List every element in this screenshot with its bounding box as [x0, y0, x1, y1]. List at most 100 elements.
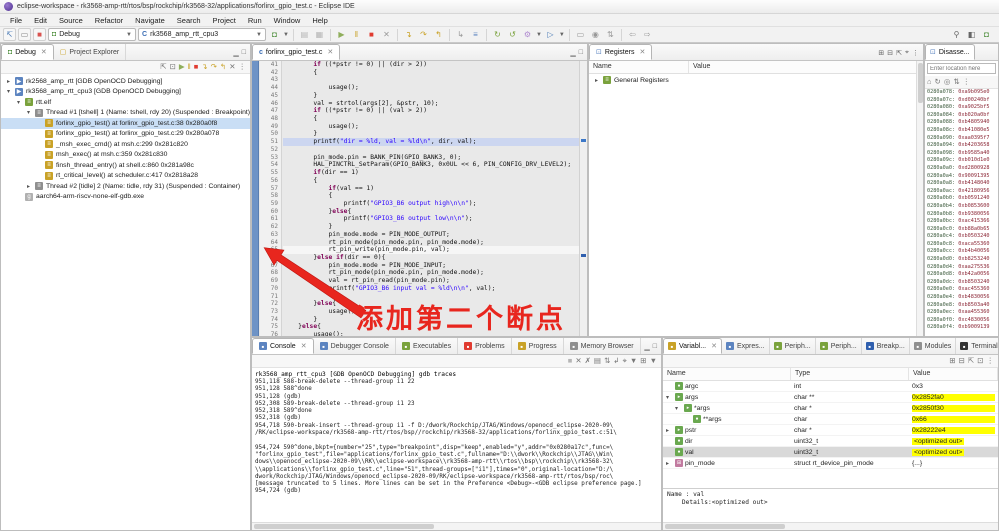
menu-help[interactable]: Help: [306, 15, 333, 26]
debug-tree-item[interactable]: ≡_msh_exec_cmd() at msh.c:299 0x281c820: [1, 139, 250, 150]
disassembly-line[interactable]: 0280a0a0: 0xd2800928: [925, 165, 998, 173]
new-cpp-button[interactable]: ▭: [574, 28, 587, 41]
minimize-view-icon[interactable]: ▁: [233, 49, 238, 57]
word-wrap-icon[interactable]: ↲: [613, 357, 619, 365]
code-line[interactable]: if ((*pstr != 0) || (val > 2)): [283, 107, 579, 115]
overview-mark-current[interactable]: [581, 139, 586, 142]
scroll-lock-icon[interactable]: ⇅: [604, 357, 610, 365]
show-type-names-icon[interactable]: ⊞: [949, 357, 955, 365]
variable-row[interactable]: ▸⊞pin_modestruct rt_device_pin_mode{...}: [663, 458, 998, 469]
forward-button[interactable]: ⇨: [641, 28, 654, 41]
code-line[interactable]: usage();: [283, 123, 579, 131]
disassembly-line[interactable]: 0280a0c8: 0xaca55360: [925, 241, 998, 249]
line-number[interactable]: 75: [260, 323, 281, 331]
debug-perspective-button[interactable]: ◘: [980, 28, 993, 41]
tab-forlinx-gpio-test[interactable]: c forlinx_gpio_test.c ✕: [252, 44, 340, 60]
tab-problems[interactable]: ■Problems: [458, 338, 512, 354]
line-number[interactable]: 71: [260, 293, 281, 301]
variable-row[interactable]: ●diruint32_t<optimized out>: [663, 436, 998, 447]
maximize-view-icon[interactable]: □: [579, 49, 583, 57]
profile-button[interactable]: ⚙: [521, 28, 534, 41]
debug-tree-item[interactable]: ≡rt_critical_level() at scheduler.c:417 …: [1, 171, 250, 182]
tab-terminal[interactable]: ■Terminal: [956, 338, 999, 354]
menu-project[interactable]: Project: [207, 15, 242, 26]
code-line[interactable]: rt_pin_mode(pin_mode.pin, pin_mode.mode)…: [283, 239, 579, 247]
editor-gutter[interactable]: 4142434445464748495051→52535455565758596…: [260, 61, 282, 336]
tab-variabl[interactable]: ■Variabl...✕: [663, 338, 722, 354]
tree-twistie-icon[interactable]: ▸: [666, 460, 673, 467]
step-over-view-icon[interactable]: ↷: [211, 63, 217, 71]
variables-col-value[interactable]: Value: [909, 368, 998, 380]
debug-tree-item[interactable]: ▾▶rk3568_amp_rtt_cpu3 [GDB OpenOCD Debug…: [1, 87, 250, 98]
tab-breakp[interactable]: ■Breakp...: [862, 338, 910, 354]
code-line[interactable]: {: [283, 115, 579, 123]
line-number[interactable]: 73: [260, 308, 281, 316]
tab-debugger-console[interactable]: ■Debugger Console: [314, 338, 396, 354]
line-number[interactable]: 66: [260, 254, 281, 262]
registers-scrollbar[interactable]: [916, 61, 923, 336]
menu-run[interactable]: Run: [242, 15, 268, 26]
collapse-all-icon[interactable]: ⇱: [160, 63, 166, 71]
save-button[interactable]: ▤: [298, 28, 311, 41]
registers-row[interactable]: ▸≡General Registers: [589, 74, 923, 86]
variables-col-name[interactable]: Name: [663, 368, 791, 380]
code-line[interactable]: rt_pin_write(pin_mode.pin, val);: [283, 246, 579, 254]
code-line[interactable]: if ((*pstr != 0) || (dir > 2)): [283, 61, 579, 69]
variable-row-selected[interactable]: ●valuint32_t<optimized out>: [663, 447, 998, 458]
disassembly-line[interactable]: 0280a0cc: 0xb4b40056: [925, 248, 998, 256]
skip-breakpoints-button[interactable]: ↸: [3, 28, 16, 41]
code-line[interactable]: if(val == 1): [283, 185, 579, 193]
disassembly-line[interactable]: 0280a080: 0xa9025bf5: [925, 104, 998, 112]
registers-col-value[interactable]: Value: [689, 61, 923, 73]
disassembly-line[interactable]: 0280a078: 0xa9b095e0: [925, 89, 998, 97]
console-hscrollbar[interactable]: [252, 522, 661, 530]
resume-button[interactable]: ▶: [335, 28, 348, 41]
tab-console[interactable]: ■Console✕: [252, 338, 314, 354]
line-number[interactable]: 74: [260, 316, 281, 324]
debug-tree-item[interactable]: ▸▶rk2568_amp_rtt [GDB OpenOCD Debugging]: [1, 76, 250, 87]
terminate-button[interactable]: ■: [365, 28, 378, 41]
line-number[interactable]: 72: [260, 300, 281, 308]
disassembly-line[interactable]: 0280a0c4: 0xb0503240: [925, 233, 998, 241]
menu-window[interactable]: Window: [268, 15, 307, 26]
line-number[interactable]: 60: [260, 208, 281, 216]
disassembly-line[interactable]: 0280a0f0: 0xc4830056: [925, 317, 998, 325]
tree-twistie-icon[interactable]: ▾: [15, 99, 22, 106]
disassembly-line[interactable]: 0280a090: 0xaa0395f7: [925, 135, 998, 143]
disassembly-listing[interactable]: 0280a078: 0xa9b095e00280a07c: 0xd00240bf…: [925, 89, 998, 332]
variable-row[interactable]: ●**argschar0x66: [663, 414, 998, 425]
tree-twistie-icon[interactable]: ▸: [5, 78, 12, 85]
location-input[interactable]: [927, 63, 996, 74]
code-line[interactable]: printf("GPIO3_B6 output high\n\n");: [283, 200, 579, 208]
code-line[interactable]: if(dir == 1): [283, 169, 579, 177]
view-menu-icon[interactable]: ⋮: [912, 49, 919, 57]
tab-modules[interactable]: ■Modules: [910, 338, 956, 354]
line-number[interactable]: 48: [260, 115, 281, 123]
refresh-icon[interactable]: ↻: [935, 78, 941, 86]
console-menu-icon[interactable]: ▼: [650, 357, 657, 365]
code-line[interactable]: pin_mode.pin = BANK_PIN(GPIO_BANK3, 0);: [283, 154, 579, 162]
tree-twistie-icon[interactable]: ▾: [675, 405, 682, 412]
tab-project-explorer[interactable]: ▢ Project Explorer: [54, 44, 126, 60]
variable-detail-pane[interactable]: Name : val Details:<optimized out>: [663, 488, 998, 521]
code-line[interactable]: printf("dir = %ld, val = %ld\n", dir, va…: [283, 138, 579, 146]
tree-twistie-icon[interactable]: ▸: [666, 427, 673, 434]
terminate-console-icon[interactable]: ■: [568, 357, 573, 365]
coverage-button[interactable]: ◉: [589, 28, 602, 41]
disassembly-line[interactable]: 0280a08c: 0xb41080e5: [925, 127, 998, 135]
disassembly-line[interactable]: 0280a0ac: 0x42180956: [925, 188, 998, 196]
line-number[interactable]: 62: [260, 223, 281, 231]
code-line[interactable]: [283, 76, 579, 84]
debug-tree-item[interactable]: gaarch64-arm-riscv-none-elf-gdb.exe: [1, 192, 250, 203]
external-tools-dropdown-icon[interactable]: ▼: [559, 32, 565, 38]
code-line[interactable]: HAL_PINCTRL_SetParam(GPIO_BANK3, 0x0UL <…: [283, 161, 579, 169]
new-wizard-button[interactable]: ▭: [18, 28, 31, 41]
disassembly-line[interactable]: 0280a0a4: 0x90091395: [925, 173, 998, 181]
line-number[interactable]: 50: [260, 130, 281, 138]
line-number[interactable]: 42: [260, 69, 281, 77]
line-number[interactable]: 46: [260, 100, 281, 108]
terminate-view-icon[interactable]: ■: [194, 63, 199, 71]
disassembly-line[interactable]: 0280a0dc: 0xb8503240: [925, 279, 998, 287]
line-number[interactable]: 69: [260, 277, 281, 285]
maximize-view-icon[interactable]: □: [653, 343, 657, 351]
